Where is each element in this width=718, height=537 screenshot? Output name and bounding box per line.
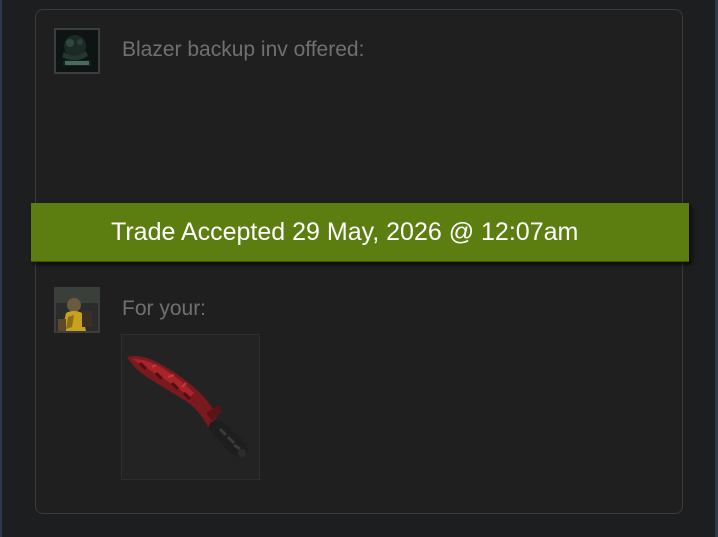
- kukri-knife-crimson-icon: [127, 356, 248, 457]
- trade-item-tile[interactable]: [121, 334, 260, 480]
- partner-offer-label: Blazer backup inv offered:: [122, 38, 365, 61]
- trade-offer-page: Blazer backup inv offered: For your: Tra…: [0, 0, 718, 537]
- user-avatar-image: [56, 289, 98, 331]
- trade-status-banner: Trade Accepted 29 May, 2026 @ 12:07am: [31, 203, 689, 262]
- partner-avatar[interactable]: [54, 28, 100, 74]
- user-items-label: For your:: [122, 297, 207, 320]
- trade-status-text: Trade Accepted 29 May, 2026 @ 12:07am: [111, 217, 579, 246]
- user-avatar[interactable]: [54, 287, 100, 333]
- partner-avatar-image: [56, 30, 98, 72]
